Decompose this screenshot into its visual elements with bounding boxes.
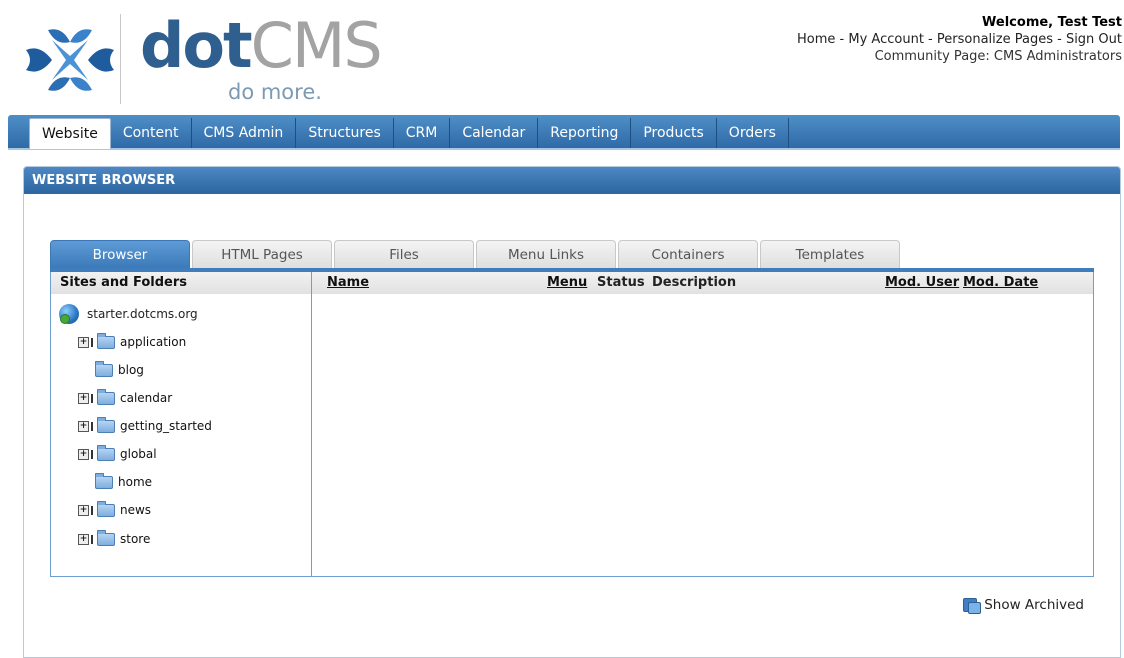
archive-icon — [963, 598, 982, 614]
nav-tab-structures[interactable]: Structures — [296, 118, 394, 148]
nav-tab-content[interactable]: Content — [111, 118, 192, 148]
folder-icon — [97, 529, 115, 546]
nav-tab-cms-admin[interactable]: CMS Admin — [192, 118, 297, 148]
my-account-link[interactable]: My Account — [848, 32, 924, 47]
folder-icon — [95, 360, 113, 377]
sites-folders-tree: Sites and Folders starter.dotcms.org + a… — [51, 272, 312, 576]
subtab-files[interactable]: Files — [334, 240, 474, 269]
column-status: Status — [597, 275, 645, 290]
user-box: Welcome, Test Test Home - My Account - P… — [797, 14, 1122, 65]
browser-box: Sites and Folders starter.dotcms.org + a… — [50, 272, 1094, 577]
show-archived-button[interactable]: Show Archived — [963, 597, 1084, 614]
expand-icon[interactable]: + — [78, 420, 89, 432]
expand-icon[interactable]: + — [78, 448, 89, 460]
folder-blog[interactable]: blog — [95, 359, 144, 381]
panel-title: WEBSITE BROWSER — [24, 167, 1120, 194]
column-mod-date[interactable]: Mod. Date — [963, 272, 1038, 294]
nav-tab-products[interactable]: Products — [631, 118, 717, 148]
show-archived-label: Show Archived — [984, 597, 1084, 613]
sign-out-link[interactable]: Sign Out — [1066, 32, 1122, 47]
subtab-containers[interactable]: Containers — [618, 240, 758, 269]
column-mod-user[interactable]: Mod. User — [885, 272, 959, 294]
expand-icon[interactable]: + — [78, 533, 89, 545]
folder-icon — [97, 388, 115, 405]
community-page-text: Community Page: CMS Administrators — [874, 49, 1122, 64]
folder-global[interactable]: + global — [78, 443, 157, 465]
home-link[interactable]: Home — [797, 32, 835, 47]
folder-store[interactable]: + store — [78, 528, 150, 550]
nav-tab-crm[interactable]: CRM — [394, 118, 451, 148]
subtab-menu-links[interactable]: Menu Links — [476, 240, 616, 269]
column-description: Description — [652, 275, 737, 290]
nav-tab-calendar[interactable]: Calendar — [450, 118, 539, 148]
folder-application[interactable]: + application — [78, 331, 186, 353]
folder-news[interactable]: + news — [78, 499, 151, 521]
user-links: Home - My Account - Personalize Pages - … — [797, 32, 1122, 47]
browser-subtabs: Browser HTML Pages Files Menu Links Cont… — [50, 240, 902, 269]
expand-icon[interactable]: + — [78, 336, 89, 348]
globe-icon — [59, 304, 79, 324]
grid-header: Name Menu Status Description Mod. User M… — [312, 272, 1093, 294]
logo-divider — [120, 14, 121, 104]
nav-tab-orders[interactable]: Orders — [717, 118, 789, 148]
folder-icon — [97, 500, 115, 517]
subtab-browser[interactable]: Browser — [50, 240, 190, 269]
subtab-templates[interactable]: Templates — [760, 240, 900, 269]
folder-icon — [97, 332, 115, 349]
subtab-html-pages[interactable]: HTML Pages — [192, 240, 332, 269]
personalize-pages-link[interactable]: Personalize Pages — [937, 32, 1053, 47]
site-node[interactable]: starter.dotcms.org — [59, 302, 198, 326]
brand-wordmark: dotCMS — [140, 9, 383, 82]
column-name[interactable]: Name — [327, 272, 369, 294]
tree-header: Sites and Folders — [51, 272, 311, 294]
folder-icon — [97, 416, 115, 433]
folder-getting-started[interactable]: + getting_started — [78, 415, 212, 437]
site-name: starter.dotcms.org — [87, 307, 198, 321]
folder-home[interactable]: home — [95, 471, 152, 493]
column-menu[interactable]: Menu — [547, 272, 587, 294]
folder-calendar[interactable]: + calendar — [78, 387, 172, 409]
folder-icon — [95, 472, 113, 489]
expand-icon[interactable]: + — [78, 504, 89, 516]
website-browser-panel: WEBSITE BROWSER Browser HTML Pages Files… — [23, 166, 1121, 658]
expand-icon[interactable]: + — [78, 392, 89, 404]
main-nav: Website Content CMS Admin Structures CRM… — [8, 115, 1120, 150]
folder-icon — [97, 444, 115, 461]
nav-tab-website[interactable]: Website — [29, 118, 111, 149]
welcome-text: Welcome, Test Test — [982, 15, 1122, 30]
brand-tagline: do more. — [228, 80, 322, 104]
nav-tab-reporting[interactable]: Reporting — [538, 118, 632, 148]
content-grid: Name Menu Status Description Mod. User M… — [312, 272, 1093, 576]
